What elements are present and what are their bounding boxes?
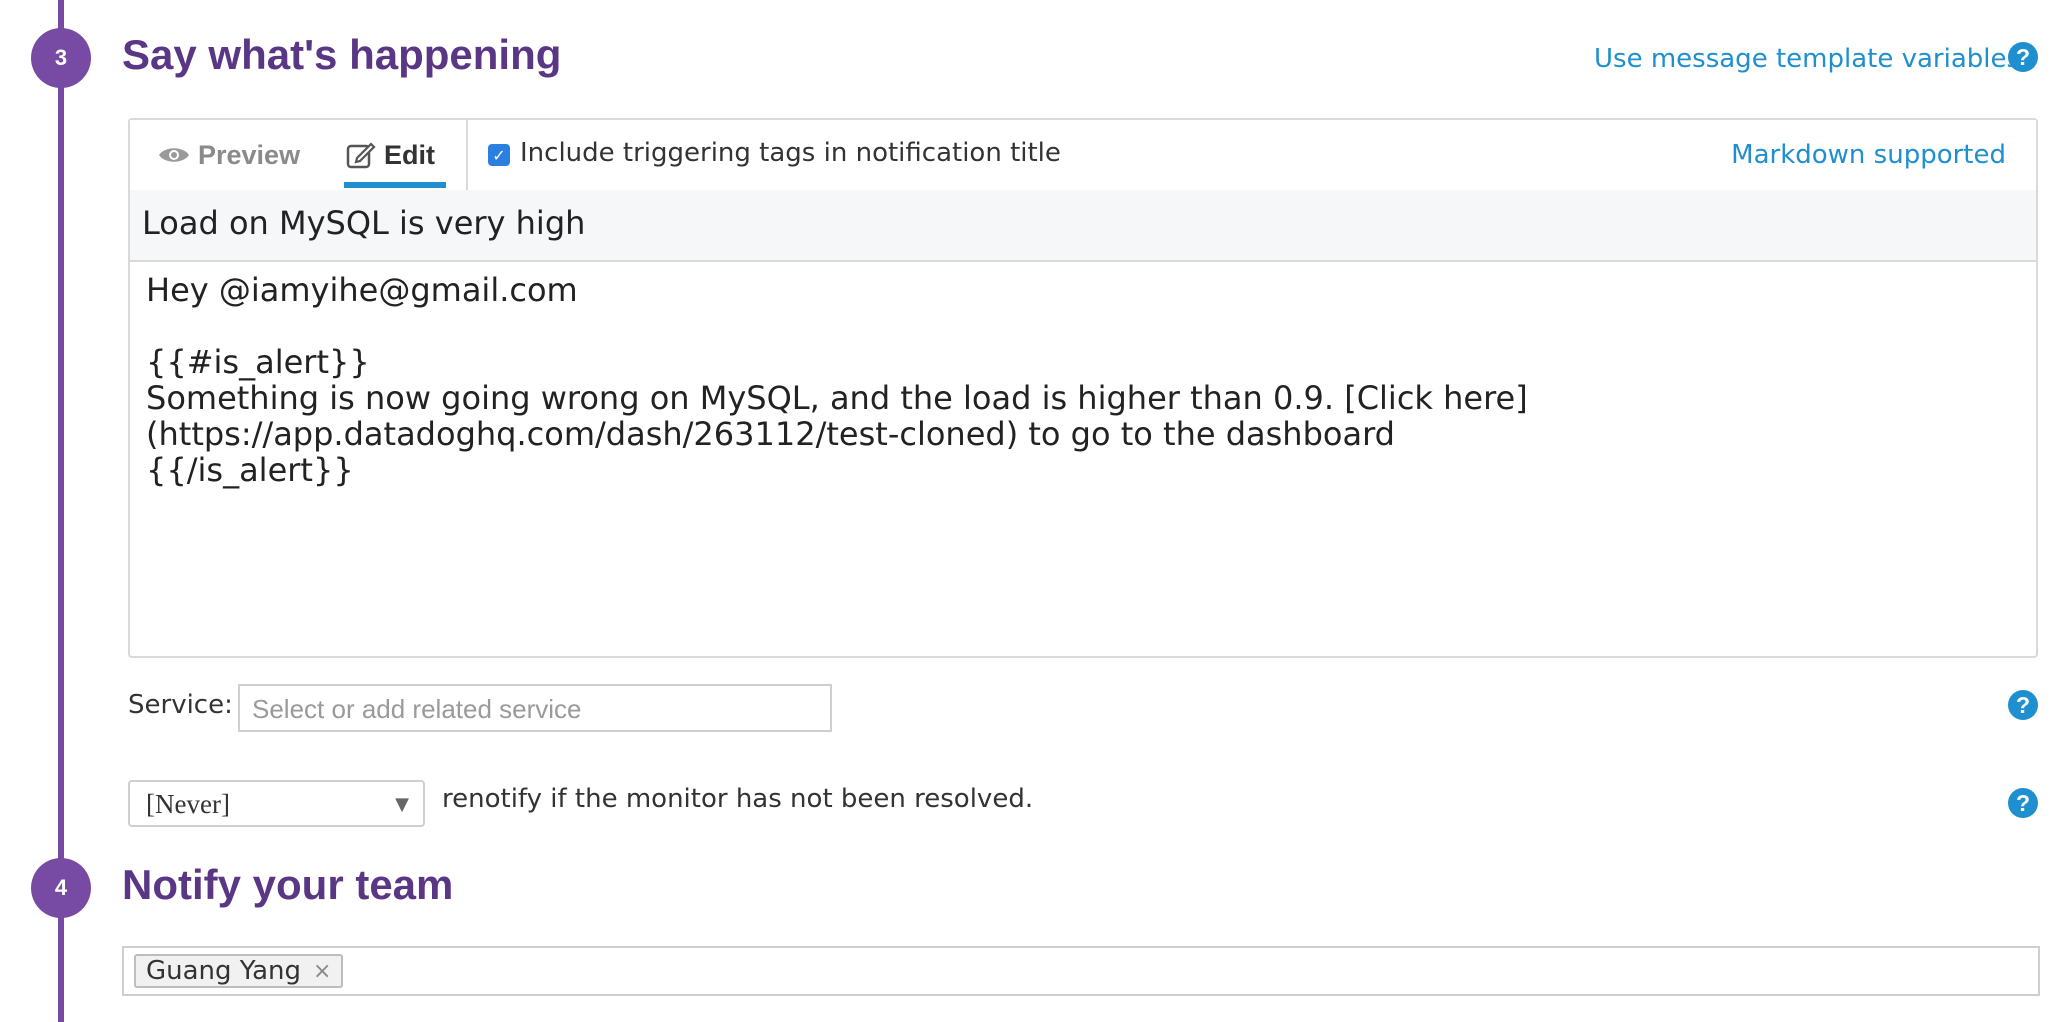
service-placeholder: Select or add related service [252,694,582,724]
step-4-title: Notify your team [122,861,454,908]
eye-icon [158,145,190,165]
question-circle-icon[interactable]: ? [2008,690,2038,720]
tab-divider [466,120,468,190]
recipient-tag-label: Guang Yang [146,956,302,986]
step-3-badge: 3 [31,28,91,88]
template-variables-link[interactable]: Use message template variables [1594,44,2020,74]
message-editor: Preview Edit ✓ Include triggering tags i… [128,118,2038,658]
include-tags-label[interactable]: Include triggering tags in notification … [520,138,1061,168]
renotify-select[interactable]: [Never] ▼ [128,780,425,827]
tab-edit-label: Edit [384,139,435,170]
include-tags-checkbox[interactable]: ✓ [488,144,510,166]
tab-preview-label: Preview [198,139,301,170]
renotify-text: renotify if the monitor has not been res… [442,784,1034,814]
tab-edit[interactable]: Edit [346,120,435,190]
service-label: Service: [128,690,233,720]
question-circle-icon[interactable]: ? [2008,788,2038,818]
notify-recipients-input[interactable]: Guang Yang × [122,946,2040,996]
edit-icon [346,141,376,169]
tab-preview[interactable]: Preview [158,120,300,190]
active-tab-indicator [344,182,446,188]
step-3-number: 3 [54,45,68,70]
step-3-title: Say what's happening [122,31,562,78]
step-4-number: 4 [54,875,68,900]
message-body-textarea[interactable]: Hey @iamyihe@gmail.com {{#is_alert}} Som… [146,272,1528,488]
editor-tabbar: Preview Edit ✓ Include triggering tags i… [130,120,2036,192]
question-circle-icon[interactable]: ? [2008,42,2038,72]
notification-title-value: Load on MySQL is very high [142,204,586,242]
service-input[interactable]: Select or add related service [238,684,832,732]
notification-title-field[interactable]: Load on MySQL is very high [130,190,2036,262]
recipient-tag: Guang Yang × [134,954,344,988]
renotify-select-value: [Never] [146,789,230,819]
chevron-down-icon: ▼ [395,794,409,815]
markdown-supported-link[interactable]: Markdown supported [1731,140,2006,170]
step-4-badge: 4 [31,858,91,918]
close-icon[interactable]: × [313,959,331,984]
